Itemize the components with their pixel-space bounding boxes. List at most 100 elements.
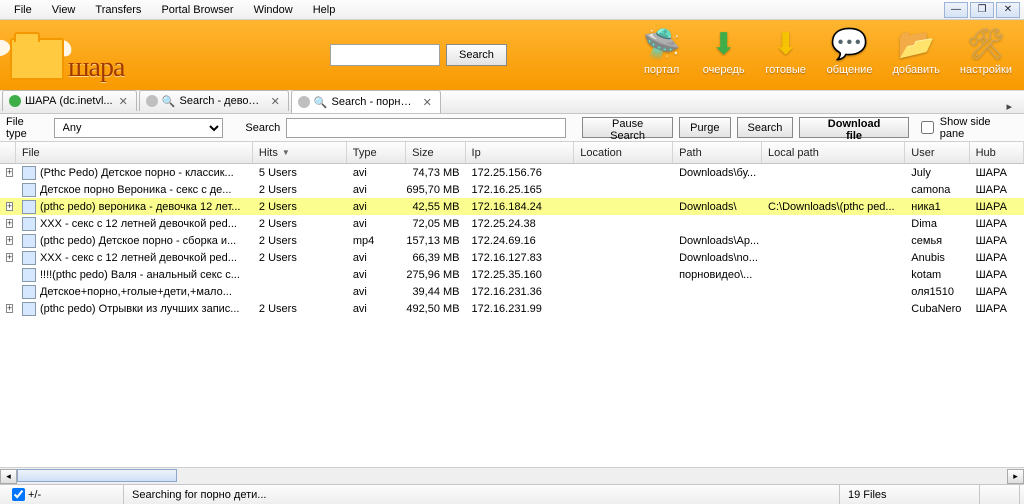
cell-path <box>673 215 762 232</box>
cell-ip: 172.24.69.16 <box>466 232 575 249</box>
cell-size: 72,05 MB <box>406 215 465 232</box>
filetype-select[interactable]: Any <box>54 118 224 138</box>
file-name: XXX - секс с 12 летней девочкой ped... <box>40 252 237 264</box>
pause-search-button[interactable]: Pause Search <box>582 117 673 138</box>
horizontal-scrollbar[interactable]: ◂ ▸ <box>0 467 1024 484</box>
table-row[interactable]: +XXX - секс с 12 летней девочкой ped...2… <box>0 249 1024 266</box>
table-row[interactable]: +XXX - секс с 12 летней девочкой ped...2… <box>0 215 1024 232</box>
file-icon <box>22 268 36 282</box>
menu-help[interactable]: Help <box>303 2 346 18</box>
col-size[interactable]: Size <box>406 142 465 163</box>
cell-size: 275,96 MB <box>406 266 465 283</box>
cell-localpath <box>762 266 905 283</box>
cell-user: ника1 <box>905 198 969 215</box>
scroll-track[interactable] <box>17 469 1007 484</box>
expand-icon[interactable]: + <box>6 219 13 228</box>
close-button[interactable]: ✕ <box>996 2 1020 18</box>
toolbar-label: настройки <box>960 64 1012 76</box>
table-header: File Hits▼ Type Size Ip Location Path Lo… <box>0 142 1024 164</box>
expand-icon[interactable]: + <box>6 304 13 313</box>
menu-window[interactable]: Window <box>244 2 303 18</box>
search-input[interactable] <box>286 118 566 138</box>
cell-type: avi <box>347 249 406 266</box>
tab-s2[interactable]: 🔍Search - порно дети✕ <box>291 90 441 113</box>
cell-path: Downloads\бу... <box>673 164 762 181</box>
tab-s1[interactable]: 🔍Search - девочка...✕ <box>139 90 289 111</box>
toolbar-label: добавить <box>892 64 939 76</box>
table-row[interactable]: +(pthc pedo) Детское порно - сборка и...… <box>0 232 1024 249</box>
filter-bar: File type Any Search Pause Search Purge … <box>0 114 1024 142</box>
cell-hub: ШАРА <box>970 266 1024 283</box>
table-row[interactable]: + (pthc pedo) Отрывки из лучших запис... 2… <box>0 300 1024 317</box>
col-hits[interactable]: Hits▼ <box>253 142 347 163</box>
table-row[interactable]: Детское+порно,+голые+дети,+мало...avi39,… <box>0 283 1024 300</box>
tab-close-icon[interactable]: ✕ <box>269 95 282 108</box>
search-button[interactable]: Search <box>737 117 794 138</box>
show-side-pane-checkbox[interactable] <box>921 121 934 134</box>
banner-search-input[interactable] <box>330 44 440 66</box>
col-location[interactable]: Location <box>574 142 673 163</box>
scroll-right-icon[interactable]: ▸ <box>1007 469 1024 484</box>
col-type[interactable]: Type <box>347 142 406 163</box>
restore-button[interactable]: ❐ <box>970 2 994 18</box>
col-hub[interactable]: Hub <box>970 142 1024 163</box>
toolbar-queue[interactable]: ⬇очередь <box>703 24 745 76</box>
cell-hits: 2 Users <box>253 300 347 317</box>
tab-hub[interactable]: ШАРА (dc.inetvl...✕ <box>2 90 137 111</box>
cell-ip: 172.16.184.24 <box>466 198 575 215</box>
expand-icon[interactable]: + <box>6 253 13 262</box>
toolbar-chat[interactable]: 💬общение <box>827 24 873 76</box>
cell-user: CubaNero <box>905 300 969 317</box>
cell-localpath <box>762 283 905 300</box>
purge-button[interactable]: Purge <box>679 117 730 138</box>
toolbar-add[interactable]: 📂добавить <box>892 24 939 76</box>
toolbar-settings[interactable]: 🛠настройки <box>960 24 1012 76</box>
col-path[interactable]: Path <box>673 142 762 163</box>
tab-close-icon[interactable]: ✕ <box>117 95 130 108</box>
menu-view[interactable]: View <box>42 2 86 18</box>
scroll-left-icon[interactable]: ◂ <box>0 469 17 484</box>
cell-type: avi <box>347 266 406 283</box>
cell-hits: 5 Users <box>253 164 347 181</box>
menu-transfers[interactable]: Transfers <box>85 2 151 18</box>
col-localpath[interactable]: Local path <box>762 142 905 163</box>
col-user[interactable]: User <box>905 142 969 163</box>
table-row[interactable]: !!!!(pthc pedo) Валя - анальный секс с..… <box>0 266 1024 283</box>
cell-ip: 172.16.25.165 <box>466 181 575 198</box>
col-file[interactable]: File <box>16 142 253 163</box>
table-row[interactable]: +(Pthc Pedo) Детское порно - классик...5… <box>0 164 1024 181</box>
status-bar: +/- Searching for порно дети... 19 Files <box>0 484 1024 504</box>
menu-portal-browser[interactable]: Portal Browser <box>151 2 243 18</box>
expand-icon[interactable]: + <box>6 202 13 211</box>
menu-file[interactable]: File <box>4 2 42 18</box>
table-row[interactable]: +(pthc pedo) вероника - девочка 12 лет..… <box>0 198 1024 215</box>
file-name: (pthc pedo) Отрывки из лучших запис... <box>40 303 240 315</box>
expand-icon[interactable]: + <box>6 236 13 245</box>
cell-size: 74,73 MB <box>406 164 465 181</box>
cell-localpath <box>762 249 905 266</box>
tab-overflow-arrow[interactable]: ▸ <box>1000 100 1018 113</box>
sort-desc-icon: ▼ <box>282 148 290 157</box>
cell-type: avi <box>347 283 406 300</box>
minimize-button[interactable]: — <box>944 2 968 18</box>
cell-localpath <box>762 164 905 181</box>
queue-icon: ⬇ <box>703 24 745 64</box>
col-ip[interactable]: Ip <box>466 142 575 163</box>
cell-location <box>574 164 673 181</box>
cell-user: July <box>905 164 969 181</box>
tab-label: Search - порно дети <box>332 96 417 108</box>
plusminus-checkbox[interactable] <box>12 488 25 501</box>
toolbar-portal[interactable]: 🛸портал <box>641 24 683 76</box>
expand-icon[interactable]: + <box>6 168 13 177</box>
download-file-button[interactable]: Download file <box>799 117 908 138</box>
cell-hub: ШАРА <box>970 300 1024 317</box>
scroll-thumb[interactable] <box>17 469 177 482</box>
tab-close-icon[interactable]: ✕ <box>421 96 434 109</box>
toolbar-ready[interactable]: ⬇готовые <box>765 24 807 76</box>
cell-location <box>574 181 673 198</box>
banner-search-button[interactable]: Search <box>446 44 507 66</box>
cell-location <box>574 283 673 300</box>
table-row[interactable]: Детское порно Вероника - секс с де...2 U… <box>0 181 1024 198</box>
cell-ip: 172.25.35.160 <box>466 266 575 283</box>
cell-type: avi <box>347 215 406 232</box>
